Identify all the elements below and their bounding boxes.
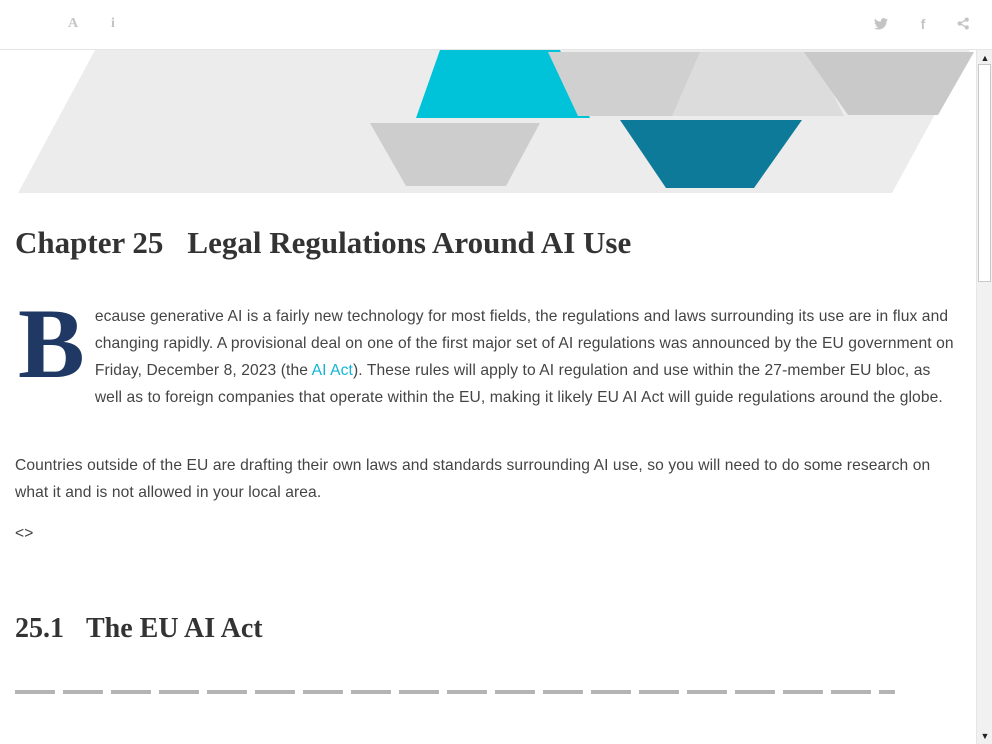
chapter-name: Legal Regulations Around AI Use — [187, 225, 632, 260]
section-title: 25.1 The EU AI Act — [15, 613, 263, 645]
scroll-up-arrow-icon[interactable]: ▲ — [980, 52, 990, 64]
section-number: 25.1 — [15, 613, 64, 644]
clipped-text-line — [15, 684, 895, 694]
placeholder-paragraph: <> — [15, 525, 34, 542]
chapter-banner — [18, 50, 974, 193]
intro-paragraph: B ecause generative AI is a fairly new t… — [15, 288, 955, 411]
chapter-title: Chapter 25 Legal Regulations Around AI Us… — [15, 225, 631, 261]
top-toolbar: A i f — [0, 0, 992, 50]
chapter-number: Chapter 25 — [15, 225, 164, 260]
font-settings-icon[interactable]: A — [63, 14, 83, 34]
drop-cap: B — [18, 288, 85, 399]
section-name: The EU AI Act — [86, 613, 263, 644]
scrollbar-thumb[interactable] — [978, 64, 991, 282]
twitter-icon[interactable] — [871, 14, 891, 34]
countries-paragraph: Countries outside of the EU are drafting… — [15, 457, 931, 501]
ai-act-link[interactable]: AI Act — [312, 362, 353, 379]
info-icon[interactable]: i — [103, 14, 123, 34]
scroll-down-arrow-icon[interactable]: ▼ — [980, 730, 990, 742]
facebook-icon[interactable]: f — [913, 14, 933, 34]
share-icon[interactable] — [953, 14, 973, 34]
vertical-scrollbar[interactable]: ▲ ▼ — [976, 50, 992, 744]
